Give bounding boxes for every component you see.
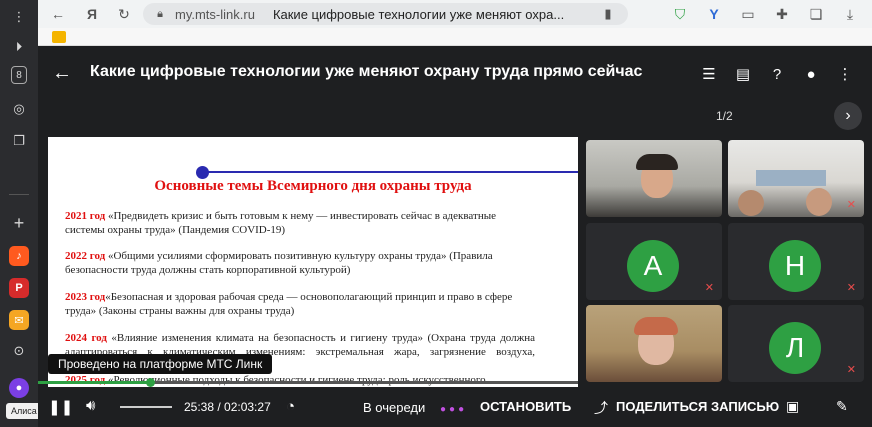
lock-icon: 🔒︎: [157, 7, 163, 20]
participant-hair: [636, 154, 678, 170]
back-icon[interactable]: ←: [48, 4, 68, 24]
edit-icon[interactable]: ✎: [836, 398, 848, 415]
participant-face: [806, 188, 832, 216]
queue-label: В очереди: [363, 400, 426, 415]
slide-heading: Основные темы Всемирного дня охраны труд…: [154, 178, 472, 194]
app-music-icon[interactable]: ♪: [9, 246, 29, 266]
avatar: А: [627, 240, 679, 292]
slide-decor-line: [203, 171, 578, 173]
collections-icon[interactable]: ❐: [8, 130, 30, 152]
browser-sidebar: ⋮ ⏵ 8 ◎ ❐ + ♪ P ✉ ⊙ ● Алиса: [0, 0, 42, 427]
toggle-icon[interactable]: ⊙: [8, 340, 30, 362]
question-icon[interactable]: ?: [766, 63, 788, 85]
queue-dots-icon: ●●●: [440, 404, 468, 415]
platform-tooltip: Проведено на платформе МТС Линк: [48, 354, 273, 374]
menu-icon[interactable]: ⋮: [834, 63, 856, 85]
playback-progress[interactable]: [38, 381, 578, 384]
progress-fill: [38, 381, 150, 384]
mic-off-icon: ✕: [704, 282, 714, 294]
shield-icon[interactable]: ⛉: [670, 4, 690, 24]
background-posters: [756, 170, 826, 186]
add-icon[interactable]: +: [8, 212, 30, 234]
copy-icon[interactable]: ❏: [806, 4, 826, 24]
participants-icon[interactable]: ●: [800, 63, 822, 85]
screen-share-icon[interactable]: ▣: [786, 398, 799, 415]
participant-hair: [634, 317, 678, 335]
avatar: Н: [769, 240, 821, 292]
slide-item: 2021 год «Предвидеть кризис и быть готов…: [65, 210, 496, 236]
play-icon[interactable]: ⏵: [8, 36, 30, 58]
participant-video-tile[interactable]: [586, 140, 722, 217]
sidebar-divider: [9, 194, 29, 195]
pause-icon[interactable]: ❚❚: [48, 398, 73, 416]
slide-page-indicator: 1/2: [716, 109, 733, 123]
bookmark-icon[interactable]: ▮: [598, 4, 618, 24]
share-recording-button[interactable]: ПОДЕЛИТЬСЯ ЗАПИСЬЮ: [616, 399, 779, 414]
extension-y-icon[interactable]: Y: [704, 4, 724, 24]
participant-video-tile[interactable]: [586, 305, 722, 382]
extensions-icon[interactable]: ✚: [772, 4, 792, 24]
bookmarks-bar: [38, 28, 872, 46]
chat-icon[interactable]: ▭: [738, 4, 758, 24]
tab-counter[interactable]: 8: [11, 66, 27, 84]
participant-face: [738, 190, 764, 216]
agenda-icon[interactable]: ☰: [698, 63, 720, 85]
camera-icon[interactable]: ◎: [8, 98, 30, 120]
share-icon[interactable]: ⤴: [594, 398, 608, 418]
volume-slider[interactable]: [120, 406, 172, 408]
gmail-bookmark-icon[interactable]: [52, 31, 66, 43]
more-icon[interactable]: ⋮: [8, 6, 30, 28]
app-root: ⋮ ⏵ 8 ◎ ❐ + ♪ P ✉ ⊙ ● Алиса ← Я ↻ 🔒︎ my.…: [0, 0, 872, 427]
participant-avatar-tile[interactable]: Л ✕: [728, 305, 864, 382]
webinar-title: Какие цифровые технологии уже меняют охр…: [90, 63, 643, 80]
participant-avatar-tile[interactable]: А ✕: [586, 223, 722, 300]
alice-label: Алиса: [6, 403, 42, 419]
mic-off-icon: ✕: [846, 364, 856, 376]
avatar: Л: [769, 322, 821, 374]
stop-button[interactable]: ОСТАНОВИТЬ: [480, 399, 571, 414]
yandex-icon[interactable]: Я: [82, 4, 102, 24]
alice-icon[interactable]: ●: [9, 378, 29, 398]
next-slide-button[interactable]: ›: [834, 102, 862, 130]
webinar-header: ← Какие цифровые технологии уже меняют о…: [38, 46, 872, 102]
back-arrow-icon[interactable]: ←: [52, 62, 74, 84]
participant-video-tile[interactable]: ✕: [728, 140, 864, 217]
participant-avatar-tile[interactable]: Н ✕: [728, 223, 864, 300]
browser-toolbar: ← Я ↻ 🔒︎ my.mts-link.ru Какие цифровые т…: [38, 0, 872, 28]
download-icon[interactable]: ⤓: [840, 4, 860, 24]
presentation-slide: Основные темы Всемирного дня охраны труд…: [48, 137, 578, 387]
slide-item: 2023 год«Безопасная и здоровая рабочая с…: [65, 291, 513, 317]
chat-bubble-icon[interactable]: ▤: [732, 63, 754, 85]
mic-off-icon: ✕: [846, 199, 856, 211]
page-title-in-bar: Какие цифровые технологии уже меняют охр…: [272, 6, 565, 22]
playback-time: 25:38 / 02:03:27: [184, 400, 271, 414]
reload-icon[interactable]: ↻: [114, 4, 134, 24]
app-p-icon[interactable]: P: [9, 278, 29, 298]
url-domain: my.mts-link.ru: [175, 6, 255, 22]
volume-icon[interactable]: 🔊︎: [86, 397, 95, 414]
slide-item: 2025 год «Революционные подходы к безопа…: [65, 374, 486, 386]
app-mail-icon[interactable]: ✉: [9, 310, 29, 330]
mic-off-icon: ✕: [846, 282, 856, 294]
slide-item: 2022 год «Общими усилиями сформировать п…: [65, 250, 493, 276]
speed-icon[interactable]: ◔: [286, 398, 295, 415]
address-bar[interactable]: 🔒︎ my.mts-link.ru Какие цифровые техноло…: [143, 3, 628, 25]
progress-handle[interactable]: [145, 378, 155, 387]
